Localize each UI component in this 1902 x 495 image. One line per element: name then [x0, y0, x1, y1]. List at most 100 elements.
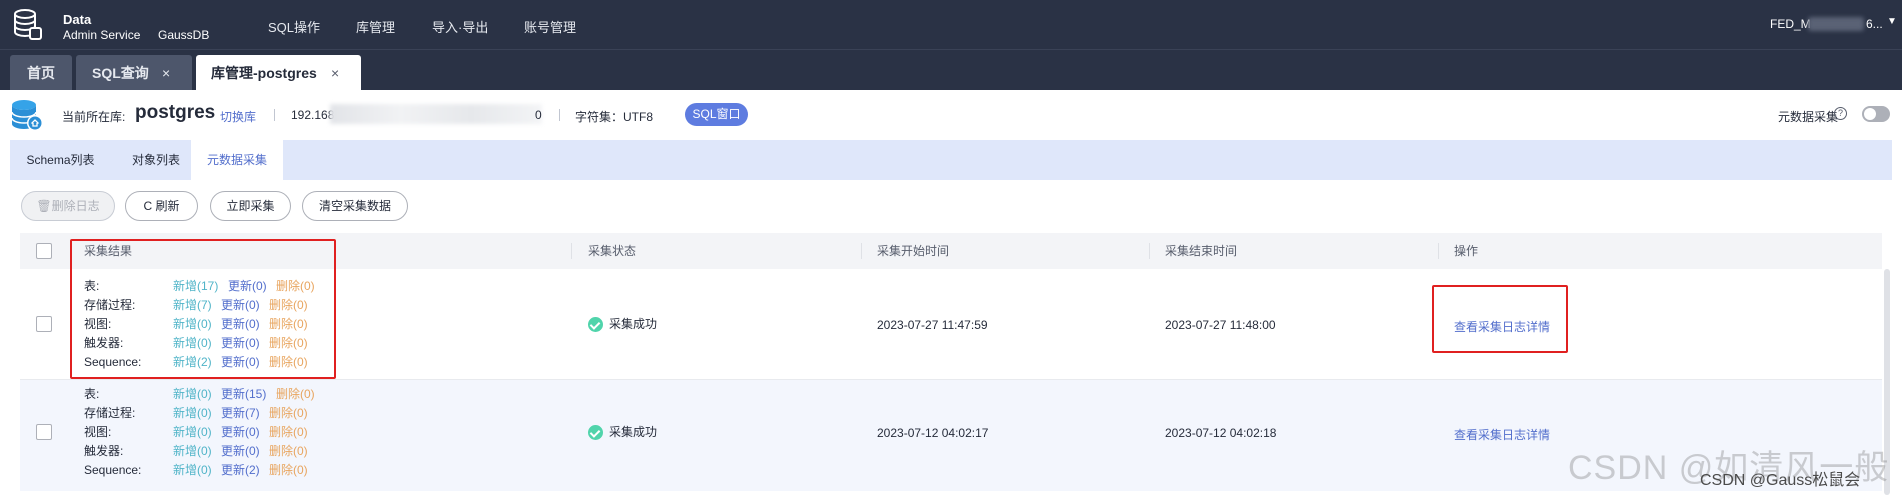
- result-label: 存储过程:: [84, 406, 136, 420]
- added-count: 新增(0): [173, 463, 212, 477]
- metadata-collection-label: 元数据采集: [1778, 110, 1839, 124]
- added-count: 新增(0): [173, 406, 212, 420]
- nav-sql-operations[interactable]: SQL操作: [268, 17, 320, 36]
- updated-count: 更新(2): [221, 463, 260, 477]
- close-icon[interactable]: ×: [162, 55, 170, 91]
- nav-account-management[interactable]: 账号管理: [524, 17, 576, 36]
- current-db-name: postgres: [135, 102, 216, 123]
- tab-db-management-label: 库管理-postgres: [211, 65, 317, 81]
- tab-schema-list[interactable]: Schema列表: [10, 140, 111, 180]
- column-divider: [861, 243, 862, 259]
- column-divider: [1438, 243, 1439, 259]
- column-header-end-time: 采集结束时间: [1165, 244, 1238, 258]
- tab-home[interactable]: 首页: [10, 55, 72, 91]
- select-all-checkbox[interactable]: [36, 243, 52, 259]
- tab-home-label: 首页: [27, 65, 55, 81]
- switch-database-link[interactable]: 切换库: [220, 108, 256, 125]
- deleted-count: 删除(0): [269, 406, 308, 420]
- nav-import-export[interactable]: 导入·导出: [432, 17, 488, 36]
- user-name-suffix[interactable]: 6...: [1866, 17, 1883, 31]
- column-divider: [1149, 243, 1150, 259]
- success-check-icon: [588, 425, 603, 441]
- refresh-label: 刷新: [155, 199, 180, 213]
- collect-now-button[interactable]: 立即采集: [210, 191, 291, 221]
- action-highlight-box: [1432, 285, 1568, 353]
- clear-collected-data-button[interactable]: 清空采集数据: [302, 191, 408, 221]
- tab-schema-list-label: Schema列表: [26, 153, 95, 167]
- window-tab-bar: 首页 SQL查询 × 库管理-postgres ×: [0, 49, 1902, 91]
- collect-now-label: 立即采集: [226, 199, 275, 213]
- top-navigation-bar: Data Admin Service GaussDB SQL操作 库管理 导入·…: [0, 0, 1902, 49]
- column-header-status: 采集状态: [588, 244, 637, 258]
- charset-label: 字符集：UTF8: [575, 110, 654, 124]
- collection-status: 采集成功: [588, 424, 658, 441]
- column-header-actions: 操作: [1454, 244, 1479, 258]
- deleted-count: 删除(0): [269, 425, 308, 439]
- tab-sql-query-label: SQL查询: [92, 65, 149, 81]
- start-time: 2023-07-27 11:47:59: [877, 318, 988, 332]
- brand-subtitle: Admin Service: [63, 28, 141, 42]
- row-checkbox[interactable]: [36, 424, 52, 440]
- added-count: 新增(0): [173, 425, 212, 439]
- brand-title: Data: [63, 12, 92, 27]
- status-text: 采集成功: [609, 317, 658, 331]
- csdn-watermark-small: CSDN @Gauss松鼠会: [1700, 472, 1861, 489]
- delete-log-label: 删除日志: [51, 199, 100, 213]
- deleted-count: 删除(0): [276, 387, 315, 401]
- start-time: 2023-07-12 04:02:17: [877, 426, 989, 440]
- database-icon: [11, 100, 43, 131]
- delete-log-button[interactable]: 🗑删除日志: [21, 191, 115, 221]
- updated-count: 更新(0): [221, 425, 260, 439]
- refresh-icon: C: [143, 199, 156, 213]
- added-count: 新增(0): [173, 444, 212, 458]
- result-label: 触发器:: [84, 444, 124, 458]
- collection-status: 采集成功: [588, 316, 658, 333]
- user-name-redacted: [1808, 17, 1864, 31]
- result-label: 表:: [84, 387, 100, 401]
- user-menu-caret-icon[interactable]: ▼: [1887, 16, 1897, 27]
- end-time: 2023-07-12 04:02:18: [1165, 426, 1277, 440]
- results-highlight-box: [70, 239, 336, 379]
- current-db-label: 当前所在库:: [62, 110, 126, 124]
- result-label: 视图:: [84, 425, 112, 439]
- status-text: 采集成功: [609, 425, 658, 439]
- metadata-collection-toggle[interactable]: [1862, 106, 1890, 122]
- updated-count: 更新(7): [221, 406, 260, 420]
- tab-sql-query[interactable]: SQL查询 ×: [76, 55, 192, 91]
- row-checkbox[interactable]: [36, 316, 52, 332]
- nav-database-management[interactable]: 库管理: [356, 17, 395, 36]
- refresh-button[interactable]: C 刷新: [125, 191, 198, 221]
- result-label: Sequence:: [84, 463, 142, 477]
- deleted-count: 删除(0): [269, 463, 308, 477]
- sub-tab-bar: Schema列表 对象列表 元数据采集: [10, 140, 1892, 180]
- server-ip-suffix: 0: [535, 108, 542, 122]
- divider: [559, 109, 560, 121]
- added-count: 新增(0): [173, 387, 212, 401]
- column-divider: [571, 243, 572, 259]
- updated-count: 更新(15): [221, 387, 267, 401]
- close-icon[interactable]: ×: [331, 55, 339, 91]
- tab-metadata-collection[interactable]: 元数据采集: [191, 140, 283, 180]
- trash-icon: 🗑: [36, 199, 52, 213]
- sql-window-button[interactable]: SQL窗口: [685, 103, 748, 126]
- current-database-info: 当前所在库: postgres 切换库 192.168 0 字符集：UTF8 S…: [0, 90, 1902, 140]
- tab-db-management-postgres[interactable]: 库管理-postgres ×: [196, 55, 361, 91]
- column-header-start-time: 采集开始时间: [877, 244, 950, 258]
- updated-count: 更新(0): [221, 444, 260, 458]
- success-check-icon: [588, 317, 603, 333]
- user-name-prefix[interactable]: FED_M: [1770, 17, 1811, 31]
- deleted-count: 删除(0): [269, 444, 308, 458]
- toggle-knob: [1864, 108, 1876, 120]
- brand-product: GaussDB: [158, 28, 210, 42]
- data-admin-service-logo-icon[interactable]: [12, 8, 42, 40]
- end-time: 2023-07-27 11:48:00: [1165, 318, 1276, 332]
- server-ip-prefix: 192.168: [291, 108, 335, 122]
- clear-collected-data-label: 清空采集数据: [318, 199, 391, 213]
- help-icon[interactable]: ?: [1834, 107, 1847, 120]
- server-ip-redacted: [330, 104, 542, 124]
- divider: [274, 109, 275, 121]
- tab-object-list[interactable]: 对象列表: [111, 140, 201, 180]
- tab-metadata-collection-label: 元数据采集: [206, 153, 267, 167]
- view-log-details-link[interactable]: 查看采集日志详情: [1454, 426, 1550, 443]
- tab-object-list-label: 对象列表: [131, 153, 180, 167]
